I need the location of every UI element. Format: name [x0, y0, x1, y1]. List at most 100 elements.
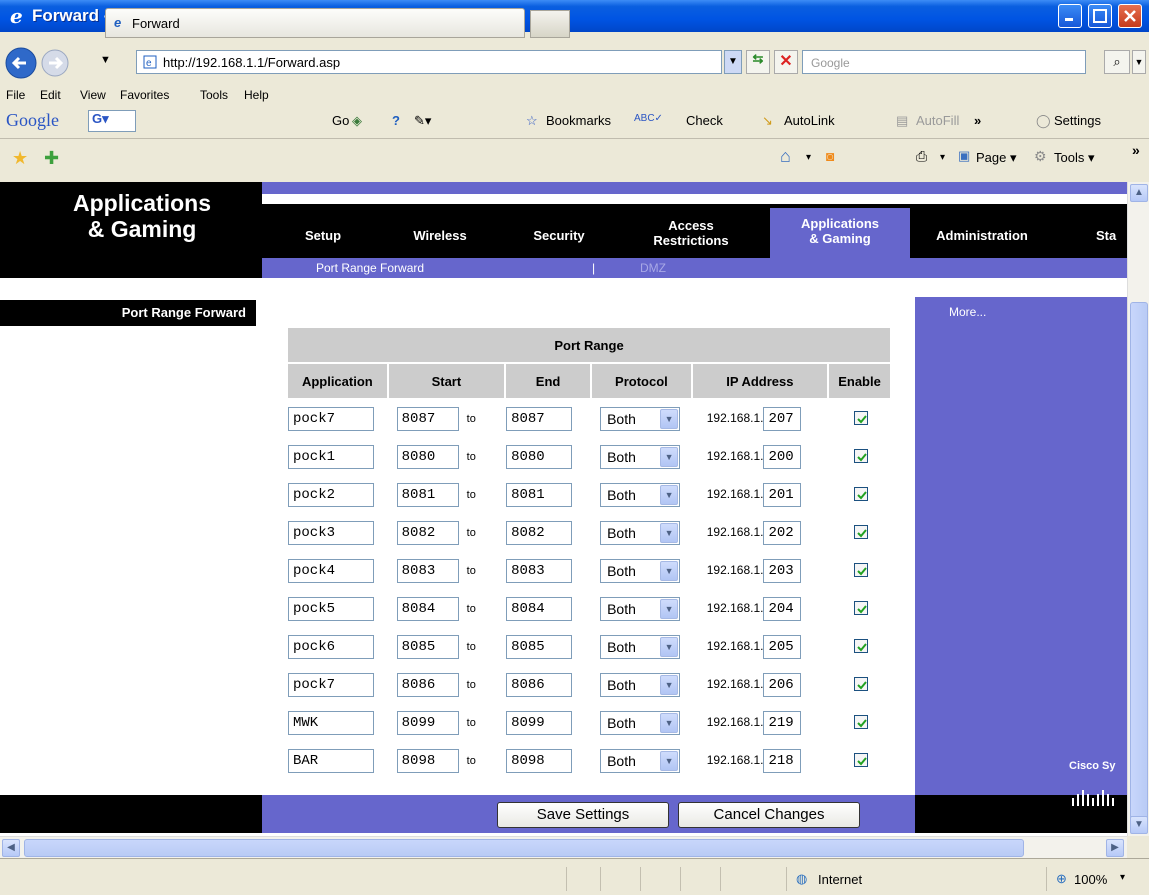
- zoom-dropdown-icon[interactable]: ▾: [1120, 872, 1125, 883]
- menu-help[interactable]: Help: [244, 88, 269, 102]
- end-port-input[interactable]: 8081: [506, 483, 573, 507]
- refresh-button[interactable]: ⇆: [746, 50, 770, 74]
- end-port-input[interactable]: 8087: [506, 407, 573, 431]
- protocol-select[interactable]: Both ▼: [600, 445, 681, 469]
- end-port-input[interactable]: 8086: [506, 673, 573, 697]
- enable-checkbox[interactable]: [853, 448, 868, 463]
- enable-checkbox[interactable]: [853, 676, 868, 691]
- nav-status[interactable]: Sta: [1096, 228, 1126, 243]
- ip-last-octet-input[interactable]: 207: [763, 407, 802, 431]
- end-port-input[interactable]: 8082: [506, 521, 573, 545]
- ip-last-octet-input[interactable]: 201: [763, 483, 802, 507]
- close-button[interactable]: [1118, 4, 1142, 28]
- application-name-input[interactable]: pock7: [288, 673, 374, 697]
- enable-checkbox[interactable]: [853, 486, 868, 501]
- application-name-input[interactable]: pock3: [288, 521, 374, 545]
- start-port-input[interactable]: 8087: [396, 407, 459, 431]
- enable-checkbox[interactable]: [853, 600, 868, 615]
- scroll-down-icon[interactable]: ▼: [1130, 816, 1148, 834]
- application-name-input[interactable]: pock6: [288, 635, 374, 659]
- autolink-button[interactable]: AutoLink: [784, 113, 835, 128]
- new-tab-button[interactable]: [530, 10, 570, 38]
- home-icon[interactable]: ⌂: [780, 146, 791, 167]
- ip-last-octet-input[interactable]: 219: [763, 711, 802, 735]
- ip-last-octet-input[interactable]: 200: [763, 445, 802, 469]
- favorites-star-icon[interactable]: ★: [12, 148, 28, 169]
- application-name-input[interactable]: MWK: [288, 711, 374, 735]
- more-chevron-icon[interactable]: »: [974, 113, 981, 128]
- vertical-scrollbar[interactable]: ▲ ▼: [1127, 182, 1149, 836]
- end-port-input[interactable]: 8084: [506, 597, 573, 621]
- application-name-input[interactable]: pock7: [288, 407, 374, 431]
- history-dropdown-icon[interactable]: ▼: [100, 54, 111, 66]
- protocol-select[interactable]: Both ▼: [600, 635, 681, 659]
- nav-wireless[interactable]: Wireless: [402, 228, 478, 243]
- nav-administration[interactable]: Administration: [922, 228, 1042, 243]
- start-port-input[interactable]: 8084: [396, 597, 459, 621]
- search-input[interactable]: Google: [802, 50, 1086, 74]
- start-port-input[interactable]: 8099: [396, 711, 459, 735]
- nav-security[interactable]: Security: [524, 228, 594, 243]
- minimize-button[interactable]: [1058, 4, 1082, 28]
- start-port-input[interactable]: 8083: [396, 559, 459, 583]
- ip-last-octet-input[interactable]: 203: [763, 559, 802, 583]
- tab-forward[interactable]: e Forward: [105, 8, 525, 38]
- end-port-input[interactable]: 8098: [506, 749, 573, 773]
- feeds-icon[interactable]: ◙: [826, 148, 834, 164]
- address-dropdown-button[interactable]: ▼: [724, 50, 742, 74]
- enable-checkbox[interactable]: [853, 524, 868, 539]
- settings-button[interactable]: Settings: [1054, 113, 1101, 128]
- help-icon[interactable]: ?: [392, 113, 400, 128]
- autofill-button[interactable]: AutoFill: [916, 113, 959, 128]
- start-port-input[interactable]: 8085: [396, 635, 459, 659]
- search-options-button[interactable]: ▼: [1132, 50, 1146, 74]
- tools-menu-button[interactable]: Tools ▾: [1054, 150, 1095, 166]
- print-dropdown-icon[interactable]: ▾: [940, 152, 945, 163]
- popup-blocker-icon[interactable]: ✎▾: [414, 113, 431, 129]
- menu-view[interactable]: View: [80, 88, 106, 102]
- ip-last-octet-input[interactable]: 218: [763, 749, 802, 773]
- stop-button[interactable]: ✕: [774, 50, 798, 74]
- nav-access-restrictions[interactable]: Access Restrictions: [636, 218, 746, 248]
- start-port-input[interactable]: 8086: [396, 673, 459, 697]
- nav-applications-gaming[interactable]: Applications & Gaming: [770, 208, 910, 258]
- application-name-input[interactable]: pock4: [288, 559, 374, 583]
- menu-favorites[interactable]: Favorites: [120, 88, 169, 102]
- start-port-input[interactable]: 8082: [396, 521, 459, 545]
- home-dropdown-icon[interactable]: ▾: [806, 152, 811, 163]
- ip-last-octet-input[interactable]: 204: [763, 597, 802, 621]
- application-name-input[interactable]: pock5: [288, 597, 374, 621]
- maximize-button[interactable]: [1088, 4, 1112, 28]
- menu-tools[interactable]: Tools: [200, 88, 228, 102]
- page-menu-button[interactable]: Page ▾: [976, 150, 1017, 166]
- ip-last-octet-input[interactable]: 202: [763, 521, 802, 545]
- start-port-input[interactable]: 8098: [396, 749, 459, 773]
- menu-edit[interactable]: Edit: [40, 88, 61, 102]
- subnav-port-range-forward[interactable]: Port Range Forward: [316, 261, 424, 275]
- enable-checkbox[interactable]: [853, 410, 868, 425]
- google-menu-button[interactable]: G▾: [88, 110, 136, 132]
- nav-setup[interactable]: Setup: [298, 228, 348, 243]
- end-port-input[interactable]: 8080: [506, 445, 573, 469]
- end-port-input[interactable]: 8085: [506, 635, 573, 659]
- scroll-right-icon[interactable]: ▶: [1106, 839, 1124, 857]
- application-name-input[interactable]: BAR: [288, 749, 374, 773]
- search-button[interactable]: ⌕: [1104, 50, 1130, 74]
- forward-button[interactable]: [40, 48, 70, 78]
- application-name-input[interactable]: pock2: [288, 483, 374, 507]
- start-port-input[interactable]: 8080: [396, 445, 459, 469]
- protocol-select[interactable]: Both ▼: [600, 673, 681, 697]
- protocol-select[interactable]: Both ▼: [600, 559, 681, 583]
- ip-last-octet-input[interactable]: 206: [763, 673, 802, 697]
- protocol-select[interactable]: Both ▼: [600, 749, 681, 773]
- end-port-input[interactable]: 8099: [506, 711, 573, 735]
- menu-file[interactable]: File: [6, 88, 25, 102]
- enable-checkbox[interactable]: [853, 638, 868, 653]
- vertical-scroll-thumb[interactable]: [1130, 302, 1148, 822]
- zoom-level[interactable]: 100%: [1074, 872, 1107, 887]
- protocol-select[interactable]: Both ▼: [600, 521, 681, 545]
- chevron-more-icon[interactable]: »: [1132, 142, 1140, 158]
- address-input[interactable]: e http://192.168.1.1/Forward.asp: [136, 50, 722, 74]
- horizontal-scroll-thumb[interactable]: [24, 839, 1024, 857]
- more-link[interactable]: More...: [949, 305, 986, 319]
